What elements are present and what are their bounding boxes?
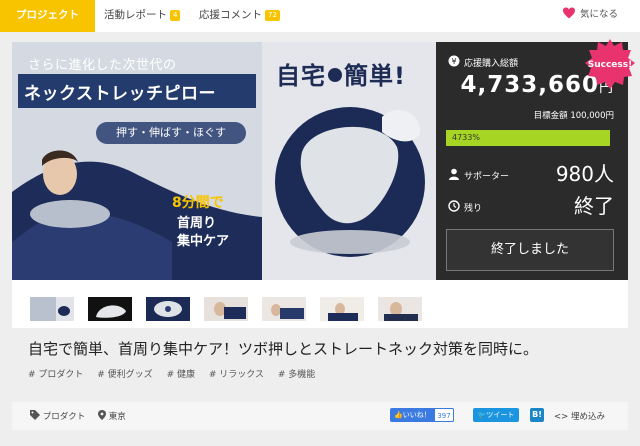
thumbnail-3[interactable]	[146, 297, 190, 321]
category-link[interactable]: プロダクト	[30, 410, 85, 422]
tag-item[interactable]: # リラックス	[209, 370, 264, 380]
tag-list: # プロダクト # 便利グッズ # 健康 # リラックス # 多機能	[28, 367, 326, 380]
embed-button[interactable]: <> 埋め込み	[554, 410, 605, 422]
thumbnail-6[interactable]	[320, 297, 364, 321]
thumbs-up-icon: 👍	[394, 411, 403, 419]
main-project-image[interactable]: さらに進化した次世代の ネックストレッチピロー 押す・伸ばす・ほぐす 8分間で …	[12, 42, 436, 280]
comments-count-badge: 72	[265, 10, 280, 21]
yen-icon: ¥	[448, 55, 460, 67]
thumbnail-2[interactable]	[88, 297, 132, 321]
hero-text-line3: 集中ケア	[177, 234, 230, 249]
tab-comments[interactable]: 応援コメント 72	[199, 0, 280, 30]
hero-left-panel: さらに進化した次世代の ネックストレッチピロー 押す・伸ばす・ほぐす 8分間で …	[12, 42, 262, 280]
person-icon	[449, 168, 459, 180]
supporters-label: サポーター	[464, 172, 510, 182]
supporters-value: 980人	[555, 162, 614, 186]
tag-item[interactable]: # 便利グッズ	[97, 370, 152, 380]
hero-text-line2: 首周り	[177, 216, 217, 231]
tab-activity-report[interactable]: 活動レポート 4	[104, 0, 181, 30]
hatena-bookmark-button[interactable]: B!	[530, 408, 544, 422]
tag-icon	[30, 410, 40, 420]
hero-subtitle: さらに進化した次世代の	[28, 58, 177, 73]
success-badge-icon: Success!	[585, 39, 635, 89]
tag-item[interactable]: # 多機能	[278, 370, 315, 380]
svg-text:¥: ¥	[451, 57, 456, 66]
like-button[interactable]: 👍いいね！ 397	[390, 408, 454, 422]
remaining-value: 終了	[574, 194, 614, 218]
thumbnail-7[interactable]	[378, 297, 422, 321]
hero-dot	[328, 68, 342, 82]
thumbnail-5[interactable]	[262, 297, 306, 321]
project-title: 自宅で簡単、首周り集中ケア！ツボ押しとストレートネック対策を同時に。	[28, 340, 539, 358]
success-badge-text: Success!	[588, 60, 632, 70]
hero-right-title: 自宅 簡単!	[276, 62, 406, 90]
ended-button[interactable]: 終了しました	[446, 229, 614, 271]
tab-project[interactable]: プロジェクト	[0, 0, 95, 32]
tab-bar: プロジェクト 活動レポート 4 応援コメント 72 気になる	[0, 0, 640, 32]
hero-title: ネックストレッチピロー	[24, 84, 216, 104]
location-link[interactable]: 東京	[98, 410, 126, 422]
activity-count-badge: 4	[170, 10, 181, 21]
location-pin-icon	[98, 410, 106, 420]
tweet-button[interactable]: 🐦ツイート	[473, 408, 519, 422]
tag-item[interactable]: # プロダクト	[28, 370, 83, 380]
favorite-button[interactable]: 気になる	[562, 0, 618, 30]
hero-right-panel: 自宅 簡単!	[262, 42, 436, 280]
thumbnail-4[interactable]	[204, 297, 248, 321]
thumbnail-1[interactable]	[30, 297, 74, 321]
remaining-label: 残り	[464, 204, 483, 214]
heart-icon	[562, 7, 575, 19]
hero-time-text: 8分間で	[172, 195, 224, 211]
hero-pills: 押す・伸ばす・ほぐす	[96, 122, 246, 144]
like-count: 397	[434, 408, 454, 422]
clock-icon	[448, 200, 460, 212]
code-brackets-icon: <>	[554, 412, 569, 422]
goal-amount: 目標金額 100,000円	[533, 111, 614, 121]
progress-bar: 4733%	[446, 130, 610, 146]
amount-label: 応援購入総額	[464, 59, 519, 69]
tag-item[interactable]: # 健康	[167, 370, 195, 380]
